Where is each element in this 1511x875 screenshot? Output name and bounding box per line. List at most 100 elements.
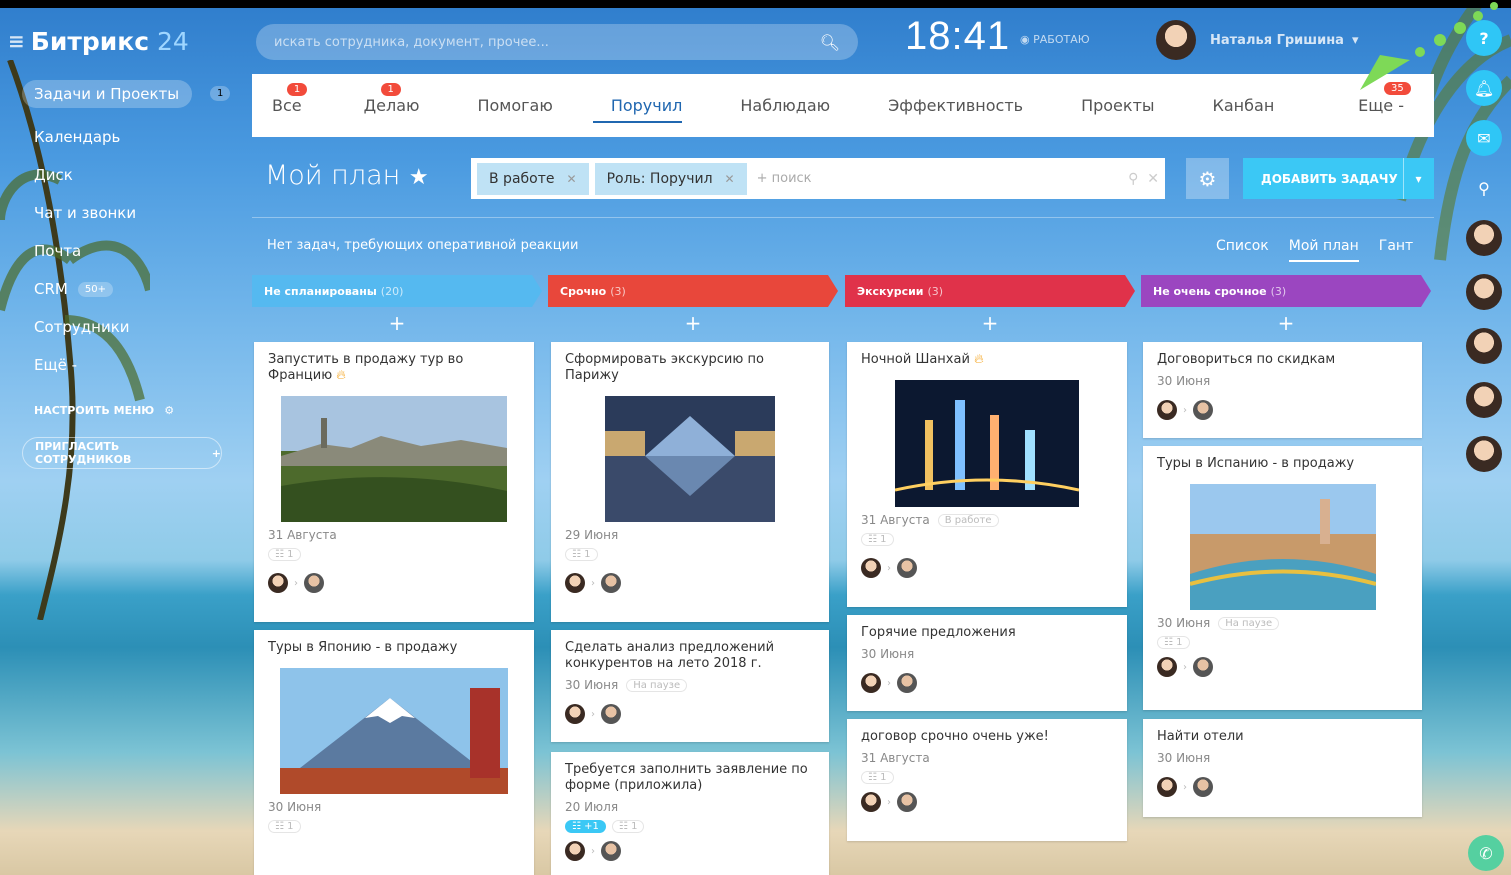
task-card[interactable]: договор срочно очень уже! 31 Августа ☷ 1… (847, 719, 1127, 841)
tab-doing[interactable]: Делаю 1 (322, 74, 440, 137)
add-card-button[interactable]: + (548, 307, 838, 339)
arrow-right-icon: › (1183, 404, 1187, 416)
chevron-down-icon[interactable]: ▾ (1403, 158, 1433, 199)
filter-chip-role[interactable]: Роль: Поручил ✕ (594, 162, 747, 195)
global-search[interactable]: искать сотрудника, документ, прочее... 🔍… (256, 24, 858, 60)
task-card[interactable]: Договориться по скидкам 30 Июня › (1143, 342, 1422, 438)
add-card-button[interactable]: + (1141, 307, 1431, 339)
sidebar-item-crm[interactable]: CRM 50+ (22, 270, 232, 308)
tab-efficiency[interactable]: Эффективность (850, 74, 1043, 137)
card-image-spain (1189, 484, 1376, 610)
sidebar-item-disk[interactable]: Диск (22, 156, 232, 194)
add-card-button[interactable]: + (252, 307, 542, 339)
tab-label: Проекты (1081, 96, 1155, 115)
creator-avatar[interactable] (565, 704, 585, 724)
chat-icon[interactable]: ✉ (1466, 120, 1502, 156)
sidebar-crm-badge: 50+ (77, 281, 113, 297)
user-menu[interactable]: Наталья Гришина ▾ (1156, 20, 1358, 60)
responsible-avatar[interactable] (601, 841, 621, 861)
column-header[interactable]: Не очень срочное (3) (1141, 275, 1431, 307)
contact-avatar[interactable] (1466, 328, 1502, 364)
contact-avatar[interactable] (1466, 220, 1502, 256)
work-status[interactable]: ◉ РАБОТАЮ (1020, 33, 1090, 46)
creator-avatar[interactable] (1157, 657, 1177, 677)
tab-kanban[interactable]: Канбан (1175, 74, 1295, 137)
chip-label: Роль: Поручил (606, 170, 713, 187)
creator-avatar[interactable] (861, 673, 881, 693)
view-list[interactable]: Список (1216, 238, 1269, 262)
responsible-avatar[interactable] (1193, 400, 1213, 420)
creator-avatar[interactable] (565, 841, 585, 861)
creator-avatar[interactable] (861, 558, 881, 578)
settings-gear-button[interactable]: ⚙ (1186, 158, 1229, 199)
phone-icon[interactable]: ✆ (1468, 835, 1504, 871)
task-card[interactable]: Горячие предложения 30 Июня › (847, 615, 1127, 711)
responsible-avatar[interactable] (601, 573, 621, 593)
menu-icon[interactable]: ≡ (8, 29, 25, 53)
clock[interactable]: 18:41 (905, 14, 1010, 59)
creator-avatar[interactable] (1157, 400, 1177, 420)
creator-avatar[interactable] (268, 573, 288, 593)
creator-avatar[interactable] (565, 573, 585, 593)
notice-text: Нет задач, требующих оперативной реакции (267, 238, 579, 253)
card-date-text: 30 Июня (1157, 616, 1211, 630)
column-header[interactable]: Не спланированы (20) (252, 275, 542, 307)
sidebar-item-calendar[interactable]: Календарь (22, 118, 232, 156)
task-card[interactable]: Сформировать экскурсию по Парижу 29 Июня… (551, 342, 829, 622)
task-card[interactable]: Требуется заполнить заявление по форме (… (551, 752, 829, 875)
task-card[interactable]: Ночной Шанхай 🔥︎ 31 Августа В работе ☷ 1 … (847, 342, 1127, 607)
user-avatar[interactable] (1156, 20, 1196, 60)
sidebar-item-chat[interactable]: Чат и звонки (22, 194, 232, 232)
responsible-avatar[interactable] (897, 673, 917, 693)
responsible-avatar[interactable] (897, 792, 917, 812)
responsible-avatar[interactable] (897, 558, 917, 578)
contact-avatar[interactable] (1466, 436, 1502, 472)
card-title-text: Ночной Шанхай (861, 352, 970, 367)
responsible-avatar[interactable] (601, 704, 621, 724)
view-gantt[interactable]: Гант (1379, 238, 1413, 262)
card-title-text: Запустить в продажу тур во Францию (268, 352, 464, 383)
configure-menu-link[interactable]: НАСТРОИТЬ МЕНЮ ⚙ (22, 404, 232, 417)
star-icon[interactable]: ★ (409, 165, 429, 190)
filter-bar[interactable]: В работе ✕ Роль: Поручил ✕ + поиск ⚲ ✕ (471, 158, 1165, 199)
sidebar-item-mail[interactable]: Почта (22, 232, 232, 270)
contact-avatar[interactable] (1466, 274, 1502, 310)
responsible-avatar[interactable] (1193, 777, 1213, 797)
creator-avatar[interactable] (861, 792, 881, 812)
sidebar-item-more[interactable]: Ещё - (22, 346, 232, 384)
task-card[interactable]: Сделать анализ предложений конкурентов н… (551, 630, 829, 742)
column-header[interactable]: Срочно (3) (548, 275, 838, 307)
search-icon[interactable]: 🔍︎ (820, 33, 840, 52)
sidebar-item-employees[interactable]: Сотрудники (22, 308, 232, 346)
task-card[interactable]: Запустить в продажу тур во Францию 🔥︎ 31… (254, 342, 534, 622)
responsible-avatar[interactable] (1193, 657, 1213, 677)
arrow-right-icon: › (591, 708, 595, 720)
task-card[interactable]: Туры в Японию - в продажу 30 Июня ☷ 1 (254, 630, 534, 875)
sidebar-item-label: Чат и звонки (34, 204, 137, 222)
sidebar-item-tasks[interactable]: Задачи и Проекты (22, 80, 192, 108)
add-card-button[interactable]: + (845, 307, 1135, 339)
card-date: 20 Июля (565, 800, 815, 814)
filter-chip-status[interactable]: В работе ✕ (477, 162, 589, 195)
filter-search-input[interactable]: + поиск (757, 171, 812, 186)
search-icon[interactable]: ⚲ (1466, 170, 1502, 206)
app-logo[interactable]: ≡ Битрикс 24 (8, 24, 189, 58)
add-task-button[interactable]: ДОБАВИТЬ ЗАДАЧУ ▾ (1243, 158, 1434, 199)
search-icon[interactable]: ⚲ ✕ (1128, 171, 1159, 187)
creator-avatar[interactable] (1157, 777, 1177, 797)
tab-assigned[interactable]: Поручил (573, 74, 703, 137)
view-my-plan[interactable]: Мой план (1288, 238, 1359, 262)
close-icon[interactable]: ✕ (567, 172, 577, 186)
tab-watching[interactable]: Наблюдаю (702, 74, 850, 137)
column-header[interactable]: Экскурсии (3) (845, 275, 1135, 307)
invite-employees-button[interactable]: ПРИГЛАСИТЬ СОТРУДНИКОВ + (22, 437, 222, 469)
tab-projects[interactable]: Проекты (1043, 74, 1174, 137)
tab-all[interactable]: Все 1 (252, 74, 322, 137)
column-title: Срочно (560, 284, 607, 298)
responsible-avatar[interactable] (304, 573, 324, 593)
task-card[interactable]: Найти отели 30 Июня › (1143, 719, 1422, 817)
contact-avatar[interactable] (1466, 382, 1502, 418)
close-icon[interactable]: ✕ (725, 172, 735, 186)
task-card[interactable]: Туры в Испанию - в продажу 30 Июня На пау… (1143, 446, 1422, 710)
tab-helping[interactable]: Помогаю (439, 74, 572, 137)
